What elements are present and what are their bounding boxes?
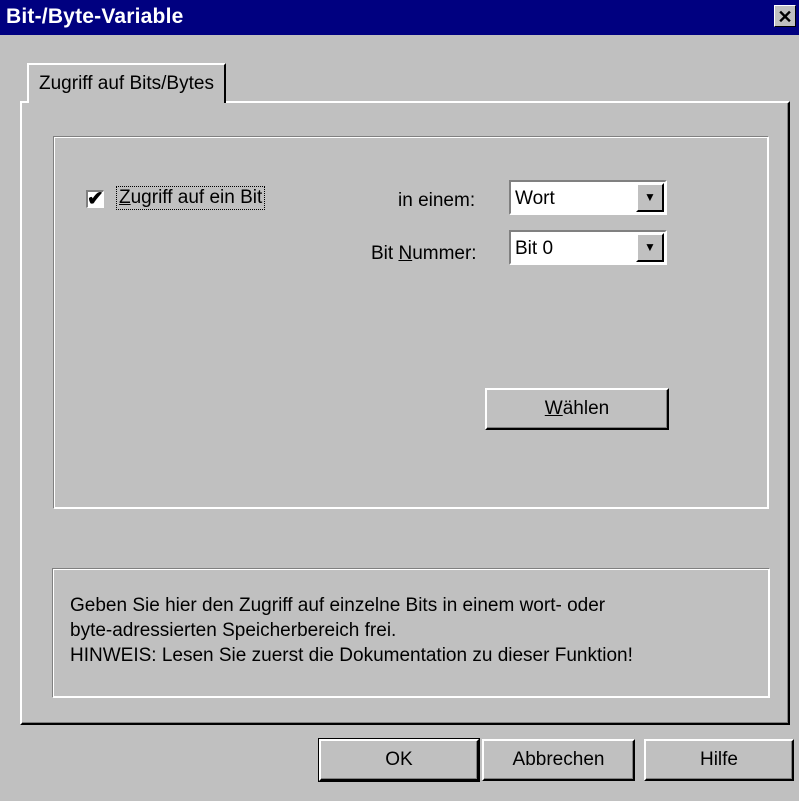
ok-button[interactable]: OK: [318, 738, 480, 782]
close-icon: ✕: [777, 7, 793, 27]
title-bar: Bit-/Byte-Variable ✕: [0, 0, 799, 35]
tab-bits-bytes[interactable]: Zugriff auf Bits/Bytes: [27, 63, 226, 103]
select-button[interactable]: Wählen: [485, 388, 669, 430]
tab-label: Zugriff auf Bits/Bytes: [39, 73, 214, 94]
word-select-dropdown[interactable]: ▼: [636, 183, 664, 212]
chevron-down-icon: ▼: [644, 240, 656, 254]
chevron-down-icon: ▼: [644, 190, 656, 204]
checkbox-label-rest: ugriff auf ein Bit: [130, 187, 263, 208]
bit-access-checkbox[interactable]: ✔: [86, 188, 104, 210]
info-line: byte-adressierten Speicherbereich frei.: [70, 620, 397, 641]
help-button[interactable]: Hilfe: [644, 739, 794, 781]
info-line: Geben Sie hier den Zugriff auf einzelne …: [70, 595, 606, 616]
mnemonic-n: N: [398, 243, 413, 264]
bit-number-select[interactable]: Bit 0 ▼: [509, 230, 667, 265]
select-button-rest: ählen: [562, 398, 610, 419]
bit-number-select-dropdown[interactable]: ▼: [636, 233, 664, 262]
close-button[interactable]: ✕: [774, 5, 796, 27]
info-text: Geben Sie hier den Zugriff auf einzelne …: [70, 593, 633, 668]
window-title: Bit-/Byte-Variable: [6, 5, 184, 28]
info-line: HINWEIS: Lesen Sie zuerst die Dokumentat…: [70, 645, 633, 666]
bit-number-select-value: Bit 0: [515, 238, 554, 259]
bit-number-label: Bit Nummer:: [371, 243, 477, 265]
word-select[interactable]: Wort ▼: [509, 180, 667, 215]
bit-number-label-post: ummer:: [412, 243, 477, 264]
bit-number-label-pre: Bit: [371, 243, 399, 264]
in-word-label: in einem:: [398, 190, 476, 211]
bit-access-label[interactable]: Zugriff auf ein Bit: [116, 186, 266, 210]
mnemonic-z: Z: [119, 187, 131, 208]
word-select-value: Wort: [515, 188, 555, 209]
mnemonic-w: W: [544, 398, 563, 419]
cancel-button[interactable]: Abbrechen: [482, 739, 635, 781]
checkmark-icon: ✔: [87, 188, 104, 210]
